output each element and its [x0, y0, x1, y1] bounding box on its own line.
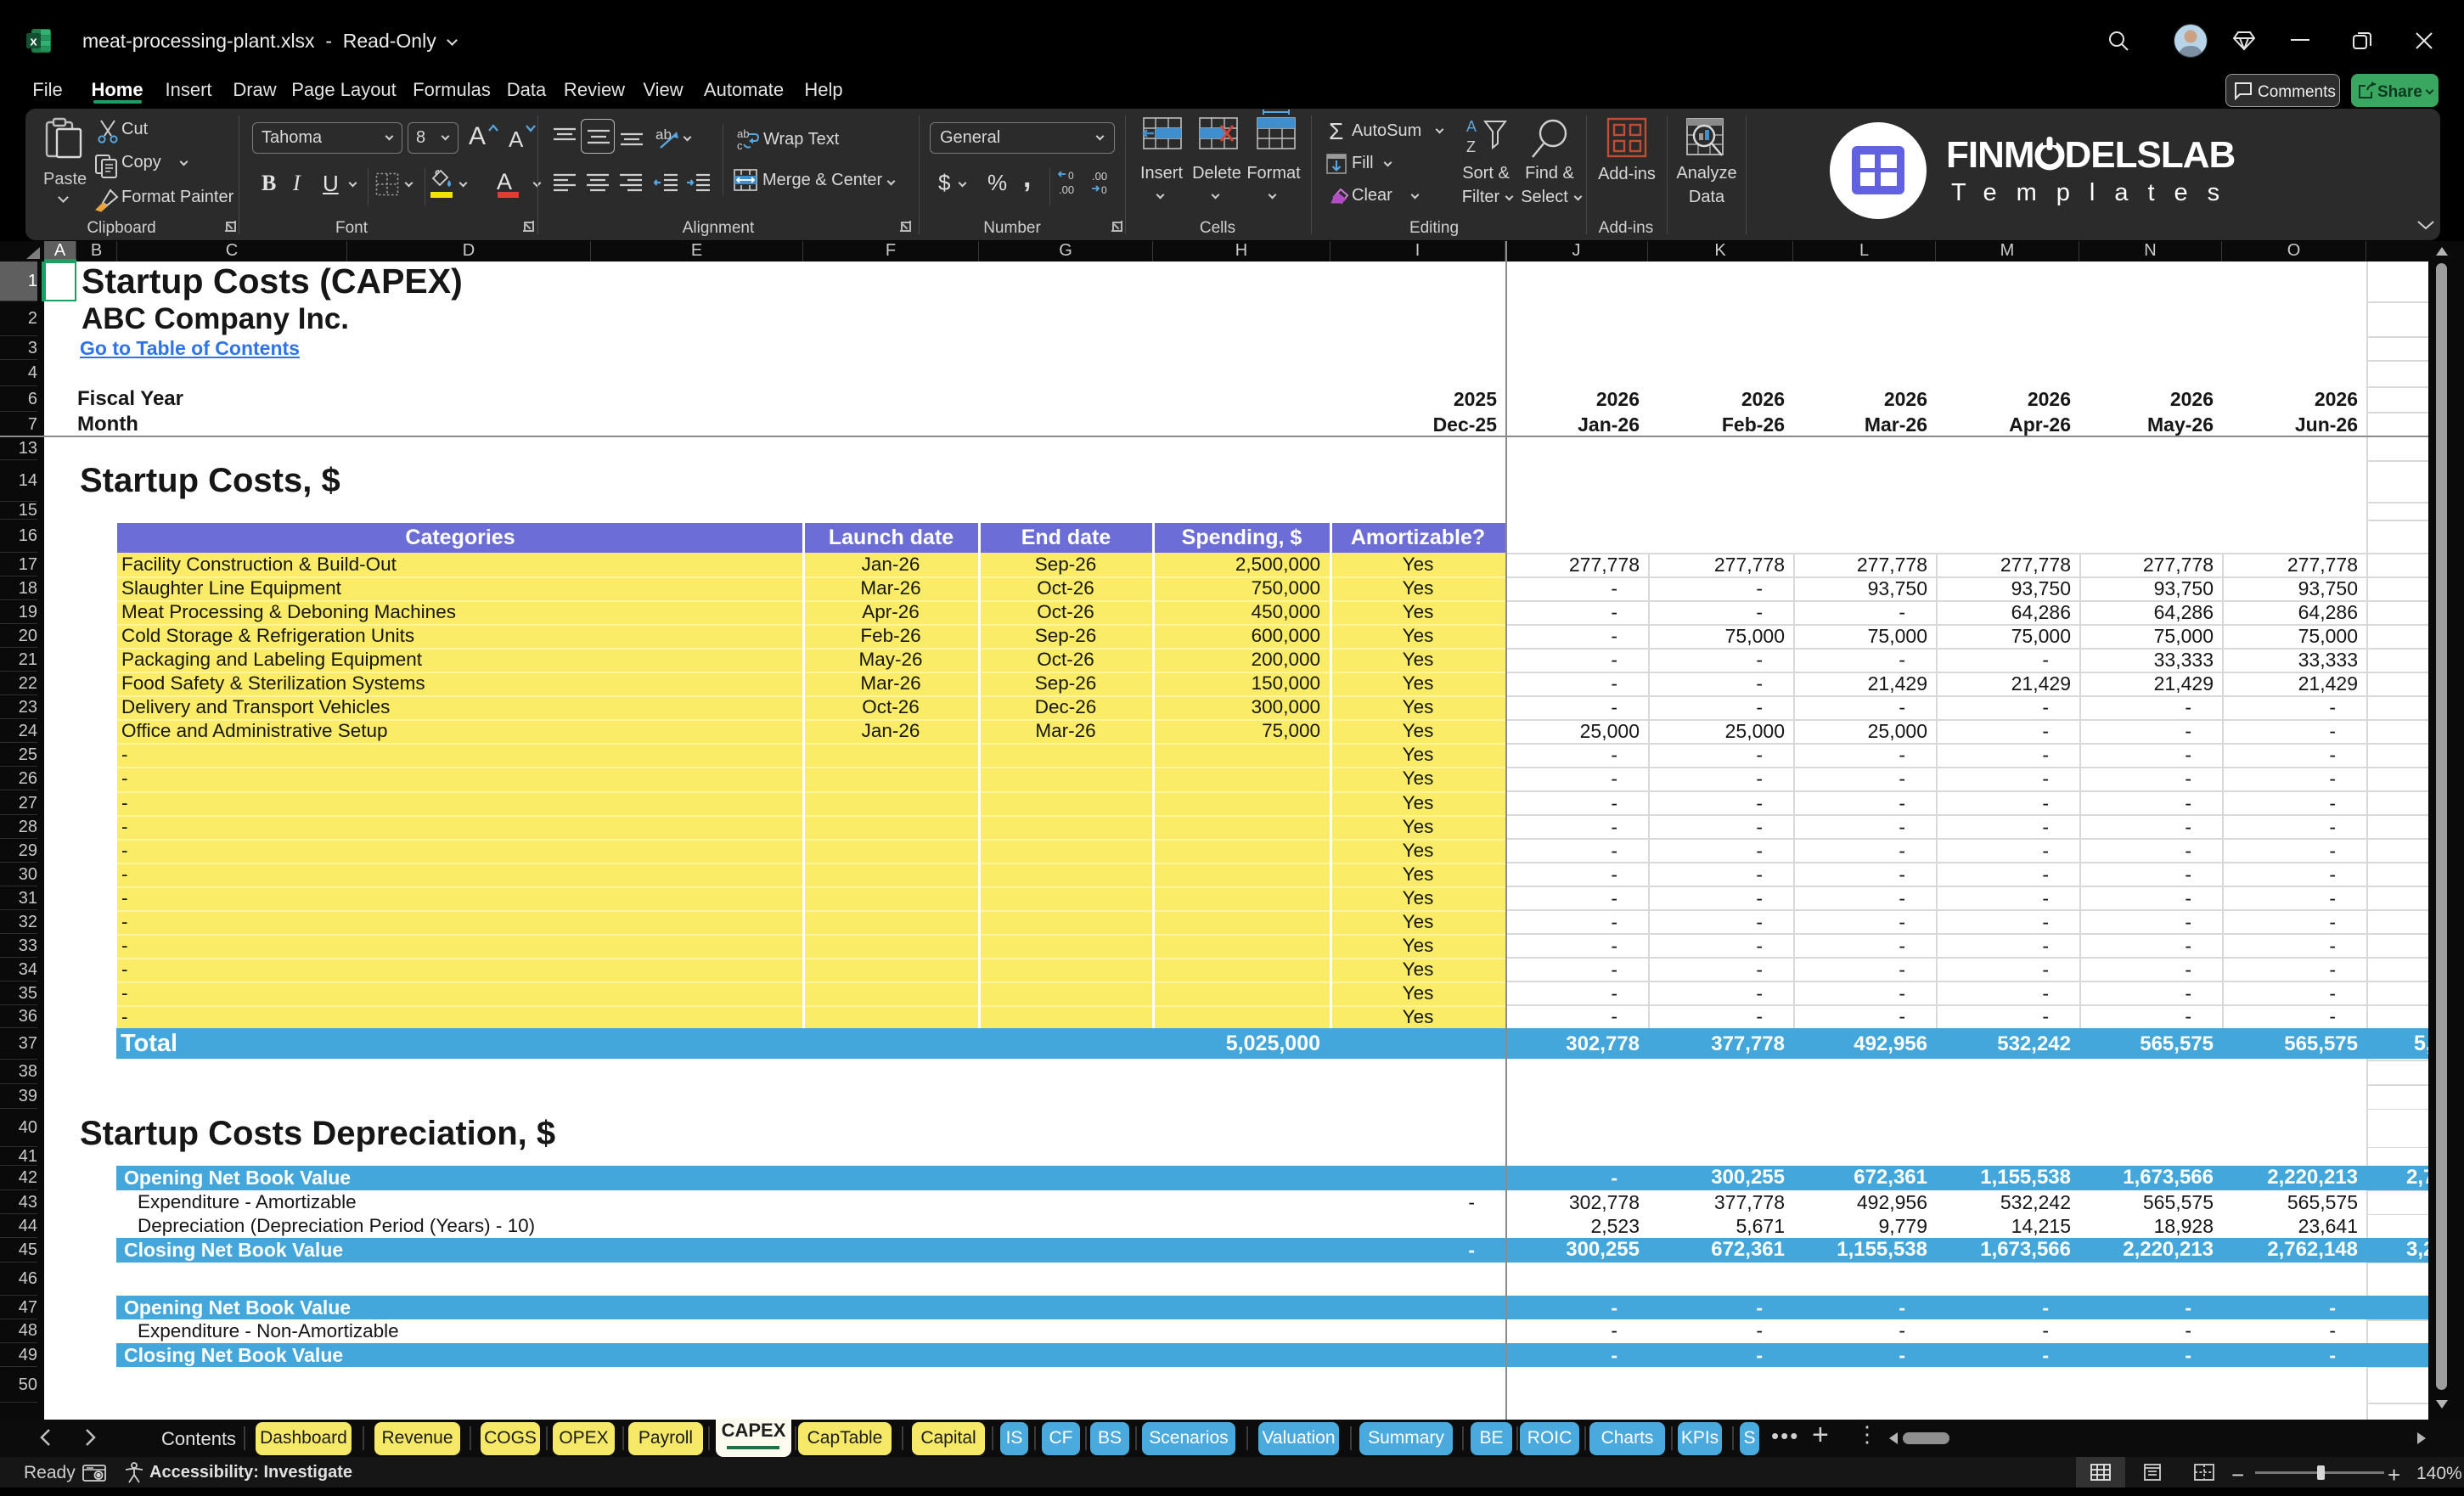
svg-text:ab: ab — [737, 127, 749, 140]
svg-text:0: 0 — [1068, 170, 1074, 182]
svg-text:0: 0 — [1101, 184, 1107, 196]
svg-text:.00: .00 — [1092, 170, 1107, 183]
svg-text:.00: .00 — [1059, 183, 1074, 196]
svg-text:A: A — [1466, 118, 1477, 135]
svg-text:x: x — [30, 35, 37, 49]
svg-text:Z: Z — [1466, 138, 1476, 155]
svg-text:c: c — [737, 139, 743, 152]
